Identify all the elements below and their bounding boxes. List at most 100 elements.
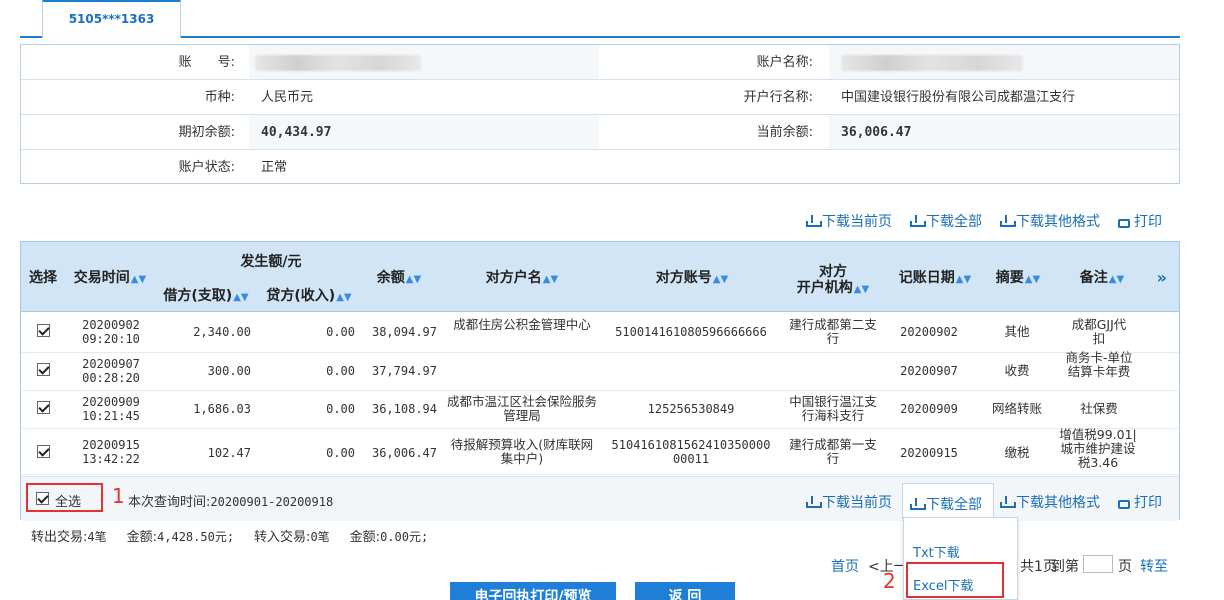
row-checkbox[interactable] [37, 401, 50, 414]
opening-balance-label: 期初余额: [178, 125, 235, 140]
pager-page-unit: 页 [1118, 559, 1132, 575]
pager-goto-label: 到第 [1051, 559, 1079, 575]
row-summary: 缴税 [1004, 445, 1030, 460]
download-icon [1000, 215, 1016, 227]
account-info-panel: 账 号: 账户名称: 币种: 人民币元 开户行名称: 中国建设银行股份有限公司成… [20, 44, 1180, 184]
print-link[interactable]: 打印 [1118, 490, 1162, 514]
pager-first[interactable]: 首页 [831, 556, 859, 576]
currency-value: 人民币元 [261, 90, 314, 105]
sort-icon: ▲▼ [233, 292, 249, 303]
download-icon [1000, 496, 1016, 508]
table-row: 20200902 09:20:10 2,340.00 0.00 38,094.97… [21, 314, 1179, 353]
printer-icon [1118, 499, 1130, 509]
row-counter-account: 510014161080596666666 [615, 325, 767, 339]
table-row: 20200915 13:42:22 102.47 0.00 36,006.47 待… [21, 427, 1179, 475]
transaction-table: 选择 交易时间▲▼ 发生额/元 借方(支取)▲▼ 贷方(收入)▲▼ 余额▲▼ 对… [20, 241, 1180, 521]
row-debit: 1,686.03 [193, 402, 251, 416]
highlight-select-all [26, 483, 103, 512]
row-record-date: 20200902 [900, 325, 958, 339]
page-number-input[interactable] [1083, 555, 1113, 573]
pager-goto-button[interactable]: 转至 [1140, 556, 1168, 576]
download-all-link[interactable]: 下载全部 [910, 490, 982, 514]
annotation-marker-2: 2 [883, 569, 896, 593]
table-row: 20200907 00:28:20 300.00 0.00 37,794.97 2… [21, 350, 1179, 391]
row-counter-name: 成都市温江区社会保险服务管理局 [447, 394, 598, 423]
row-record-date: 20200907 [900, 364, 958, 378]
top-actions: 下载当前页 下载全部 下载其他格式 打印 [806, 211, 1162, 231]
row-debit: 300.00 [207, 364, 251, 378]
row-summary: 网络转账 [991, 401, 1042, 416]
header-time[interactable]: 交易时间▲▼ [71, 270, 149, 288]
menu-item-txt-download[interactable]: Txt下载 [913, 542, 960, 561]
sort-icon: ▲▼ [853, 284, 870, 295]
row-credit: 0.00 [326, 446, 355, 460]
download-current-link[interactable]: 下载当前页 [806, 490, 892, 514]
row-debit: 2,340.00 [193, 325, 251, 339]
row-checkbox[interactable] [37, 363, 50, 376]
header-counter-name[interactable]: 对方户名▲▼ [477, 270, 567, 288]
sort-icon: ▲▼ [1024, 274, 1041, 285]
header-counter-account[interactable]: 对方账号▲▼ [651, 270, 733, 288]
header-select: 选择 [29, 270, 57, 286]
bottom-actions: 下载当前页 下载全部 下载其他格式 打印 [806, 490, 1162, 514]
row-remark: 成都GJJ代扣 [1071, 317, 1127, 346]
transaction-summary: 转出交易:4笔 金额:4,428.50元; 转入交易:0笔 金额:0.00元; [31, 530, 429, 545]
row-time: 20200902 09:20:10 [82, 318, 140, 346]
row-time: 20200909 10:21:45 [82, 395, 140, 423]
row-time: 20200907 00:28:20 [82, 357, 140, 385]
header-debit[interactable]: 借方(支取)▲▼ [157, 288, 255, 306]
sort-icon: ▲▼ [542, 274, 559, 285]
row-remark: 增值税99.01|城市维护建设税3.46 [1059, 427, 1137, 470]
header-amount-group: 发生额/元 [240, 254, 302, 270]
current-balance-label: 当前余额: [756, 125, 813, 140]
row-remark: 商务卡-单位结算卡年费 [1065, 350, 1133, 379]
back-button[interactable]: 返 回 [635, 582, 735, 600]
header-summary[interactable]: 摘要▲▼ [993, 270, 1043, 288]
header-remark[interactable]: 备注▲▼ [1077, 270, 1127, 288]
download-other-link[interactable]: 下载其他格式 [1000, 490, 1100, 514]
sort-icon: ▲▼ [1108, 274, 1125, 285]
status-label: 账户状态: [178, 160, 235, 175]
annotation-marker-1: 1 [112, 484, 125, 508]
row-checkbox[interactable] [37, 324, 50, 337]
row-balance: 38,094.97 [371, 325, 437, 339]
download-all-link[interactable]: 下载全部 [910, 211, 982, 231]
account-no-value [249, 45, 599, 79]
query-time: 本次查询时间:20200901-20200918 [128, 495, 334, 510]
account-name-value [829, 45, 1179, 79]
row-remark: 社保费 [1080, 401, 1118, 416]
row-record-date: 20200915 [900, 446, 958, 460]
more-columns-button[interactable]: » [1157, 268, 1167, 287]
sort-icon: ▲▼ [405, 274, 422, 285]
row-counter-bank: 建行成都第二支行 [789, 317, 877, 346]
print-preview-button[interactable]: 电子回执打印/预览 [450, 582, 616, 600]
download-other-link[interactable]: 下载其他格式 [1000, 211, 1100, 231]
table-header: 选择 交易时间▲▼ 发生额/元 借方(支取)▲▼ 贷方(收入)▲▼ 余额▲▼ 对… [21, 242, 1179, 312]
bank-value: 中国建设银行股份有限公司成都温江支行 [841, 90, 1076, 105]
sort-icon: ▲▼ [712, 274, 729, 285]
account-no-label: 账 号: [178, 55, 235, 70]
status-value: 正常 [261, 160, 288, 175]
row-credit: 0.00 [326, 402, 355, 416]
row-balance: 36,108.94 [371, 402, 437, 416]
row-counter-name: 待报解预算收入(财库联网集中户) [450, 437, 594, 466]
header-counter-bank[interactable]: 对方 开户机构▲▼ [793, 264, 873, 298]
download-current-link[interactable]: 下载当前页 [806, 211, 892, 231]
tab-bar: 5105***1363 [20, 0, 1180, 39]
header-record-date[interactable]: 记账日期▲▼ [895, 270, 975, 288]
download-icon [806, 215, 822, 227]
row-credit: 0.00 [326, 364, 355, 378]
header-credit[interactable]: 贷方(收入)▲▼ [261, 288, 357, 306]
row-checkbox[interactable] [37, 445, 50, 458]
account-name-label: 账户名称: [756, 55, 813, 70]
bank-label: 开户行名称: [743, 90, 813, 105]
row-summary: 其他 [1004, 324, 1030, 339]
tab-account[interactable]: 5105***1363 [42, 0, 181, 39]
download-icon [806, 496, 822, 508]
row-counter-bank: 建行成都第一支行 [789, 437, 877, 466]
sort-icon: ▲▼ [130, 274, 147, 285]
row-counter-account: 125256530849 [647, 402, 735, 416]
header-balance[interactable]: 余额▲▼ [371, 270, 427, 288]
print-link[interactable]: 打印 [1118, 211, 1162, 231]
row-balance: 37,794.97 [371, 364, 437, 378]
